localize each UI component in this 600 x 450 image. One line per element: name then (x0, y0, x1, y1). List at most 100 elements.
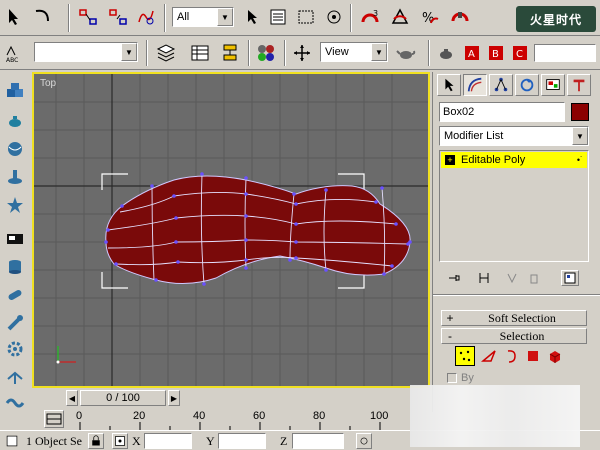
render-c-icon[interactable]: C (508, 40, 532, 66)
stack-item-editable-poly[interactable]: + Editable Poly •˙ (441, 152, 587, 168)
percent-snap-icon[interactable]: % (418, 4, 442, 30)
gear-icon[interactable] (2, 336, 28, 362)
render-scene-icon[interactable] (434, 40, 458, 66)
show-end-result-icon[interactable] (475, 270, 493, 286)
sphere-icon[interactable] (2, 136, 28, 162)
render-a-icon[interactable]: A (460, 40, 484, 66)
stack-tools (439, 268, 589, 288)
shoe-mesh[interactable] (105, 175, 411, 284)
blurred-region (410, 385, 580, 447)
make-unique-icon[interactable] (503, 270, 521, 286)
rollout-soft-selection[interactable]: + Soft Selection (441, 310, 587, 326)
chevron-down-icon[interactable]: ▼ (572, 127, 588, 145)
abc-keyboard-icon[interactable]: ABC (2, 40, 26, 66)
chevron-down-icon[interactable]: ▼ (121, 43, 137, 61)
display-tab-icon[interactable] (541, 74, 565, 96)
teapot-icon[interactable] (2, 108, 28, 134)
modifier-stack[interactable]: + Editable Poly •˙ (439, 150, 589, 262)
configure-modifier-sets-icon[interactable] (561, 270, 579, 286)
x-coord-label: X (132, 434, 141, 448)
modify-tab-icon[interactable] (463, 74, 487, 96)
maxscript-icon[interactable] (2, 431, 22, 450)
edge-mode-icon[interactable] (479, 346, 499, 366)
svg-text:3: 3 (373, 9, 378, 18)
next-frame-arrow-icon[interactable]: ▶ (168, 390, 180, 406)
secondary-toolbar: ABC ▼ View ▼ A B C (0, 36, 600, 70)
vertex-mode-icon[interactable] (455, 346, 475, 366)
teapot-render-icon[interactable] (394, 40, 418, 66)
prev-frame-arrow-icon[interactable]: ◀ (66, 390, 78, 406)
tick-label: 40 (193, 410, 206, 422)
bind-space-warp-icon[interactable] (134, 4, 158, 30)
checkbox-box[interactable] (447, 373, 457, 383)
by-vertex-label: By (461, 372, 474, 384)
remove-modifier-icon[interactable] (525, 270, 543, 286)
select-arrow-icon[interactable] (2, 4, 26, 30)
hose-icon[interactable] (2, 310, 28, 336)
polygon-mode-icon[interactable] (523, 346, 543, 366)
border-mode-icon[interactable] (501, 346, 521, 366)
chevron-down-icon[interactable]: ▼ (217, 8, 233, 26)
lock-selection-icon[interactable] (88, 433, 104, 449)
capsule-icon[interactable] (2, 282, 28, 308)
reference-coordinate-dropdown[interactable]: View ▼ (320, 42, 388, 62)
bones-icon[interactable] (2, 364, 28, 390)
timeline-ruler[interactable]: 0 20 40 60 80 100 (40, 408, 432, 430)
hierarchy-tab-icon[interactable] (489, 74, 513, 96)
selection-filter-dropdown[interactable]: All ▼ (172, 7, 234, 27)
viewport-label[interactable]: Top (40, 78, 56, 89)
motion-tab-icon[interactable] (515, 74, 539, 96)
y-coord-field[interactable] (218, 433, 266, 449)
object-name-value: Box02 (443, 106, 475, 118)
named-selection-dropdown[interactable]: ▼ (34, 42, 138, 62)
material-editor-icon[interactable] (254, 40, 278, 66)
top-viewport[interactable]: Top (32, 72, 430, 388)
star-shape-icon[interactable] (2, 192, 28, 218)
create-tab-icon[interactable] (437, 74, 461, 96)
utilities-tab-icon[interactable] (567, 74, 591, 96)
unlink-icon[interactable] (106, 4, 130, 30)
object-name-field[interactable]: Box02 (439, 102, 565, 122)
element-mode-icon[interactable] (545, 346, 565, 366)
x-coord-field[interactable] (144, 433, 192, 449)
modifier-list-dropdown[interactable]: Modifier List ▼ (439, 126, 589, 146)
by-vertex-checkbox[interactable]: By (447, 372, 474, 384)
create-geometry-icon[interactable] (2, 78, 28, 104)
curve-editor-icon[interactable] (44, 410, 64, 428)
selection-status: 1 Object Se (26, 434, 82, 448)
tick-label: 0 (76, 410, 83, 422)
quick-render-icon[interactable] (30, 4, 54, 30)
tube-icon[interactable] (2, 164, 28, 190)
z-coord-field[interactable] (292, 433, 344, 449)
absolute-mode-icon[interactable] (112, 433, 128, 449)
grid-setting-icon[interactable] (356, 433, 372, 449)
left-tool-strip (0, 72, 30, 412)
rollout-selection[interactable]: - Selection (441, 328, 587, 344)
plane-icon[interactable] (2, 226, 28, 252)
layer-manager-icon[interactable] (154, 40, 178, 66)
select-and-move-icon[interactable] (290, 40, 314, 66)
window-crossing-icon[interactable] (322, 4, 346, 30)
object-color-swatch[interactable] (571, 103, 589, 121)
render-preset-field[interactable] (534, 44, 596, 62)
cylinder-icon[interactable] (2, 254, 28, 280)
toolbar-separator (68, 4, 70, 32)
render-b-icon[interactable]: B (484, 40, 508, 66)
track-view-icon[interactable] (188, 40, 212, 66)
expand-plus-icon[interactable]: + (445, 155, 455, 165)
rectangular-selection-icon[interactable] (294, 4, 318, 30)
link-icon[interactable] (76, 4, 100, 30)
spinner-snap-icon[interactable] (448, 4, 472, 30)
logo-text: 火星时代 (529, 12, 582, 27)
select-by-name-icon[interactable] (266, 4, 290, 30)
pin-stack-icon[interactable] (445, 270, 463, 286)
viewport-canvas[interactable] (34, 74, 428, 386)
angle-snap-icon[interactable] (388, 4, 412, 30)
schematic-view-icon[interactable] (218, 40, 242, 66)
z-coord-label: Z (280, 434, 288, 448)
snap-3d-icon[interactable]: 3 (358, 4, 382, 30)
chevron-down-icon[interactable]: ▼ (371, 43, 387, 61)
space-warp-icon[interactable] (2, 390, 28, 416)
time-slider[interactable]: 0 / 100 (80, 390, 166, 406)
select-object-icon[interactable] (240, 4, 264, 30)
